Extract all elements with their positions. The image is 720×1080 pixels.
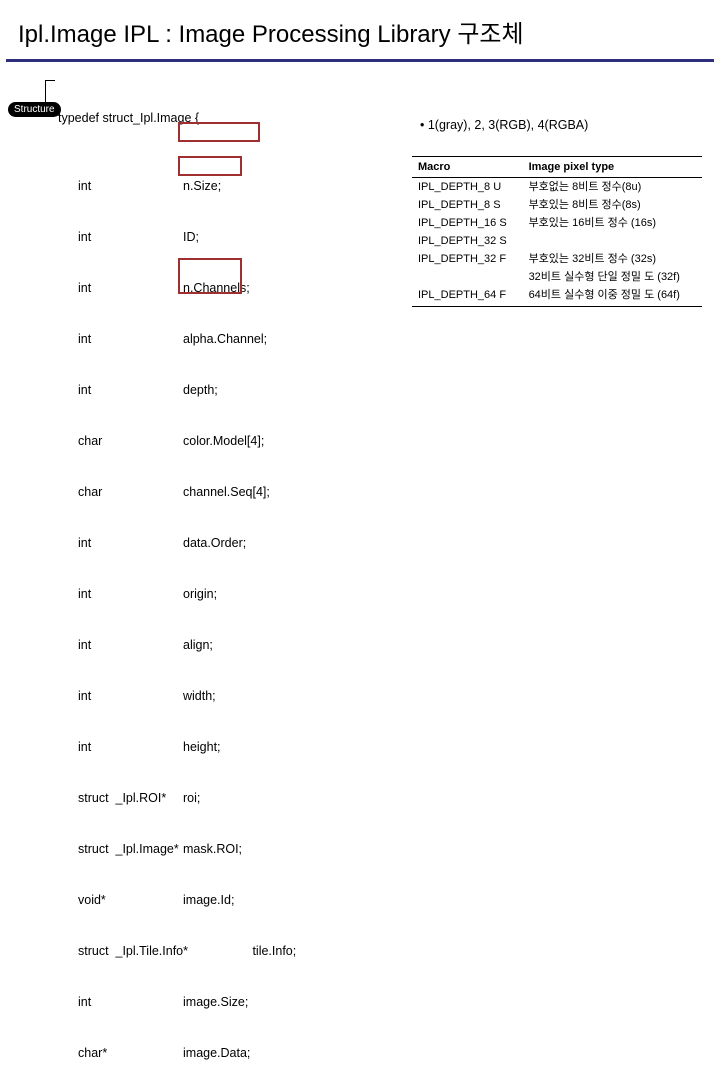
code-name: mask.ROI; <box>183 841 242 858</box>
code-type: int <box>58 688 183 705</box>
code-name: image.Id; <box>183 892 234 909</box>
code-name: image.Data; <box>183 1045 250 1062</box>
table-row: IPL_DEPTH_64 F64비트 실수형 이중 정밀 도 (64f) <box>412 286 702 307</box>
code-typedef: typedef struct_Ipl.Image { <box>58 110 199 127</box>
code-name: channel.Seq[4]; <box>183 484 270 501</box>
code-type: int <box>58 994 183 1011</box>
code-type: int <box>58 739 183 756</box>
macro-table: Macro Image pixel type IPL_DEPTH_8 U부호없는… <box>412 156 702 307</box>
code-name: image.Size; <box>183 994 248 1011</box>
code-type: int <box>58 280 183 297</box>
code-type: int <box>58 586 183 603</box>
desc-cell: 32비트 실수형 단일 정밀 도 (32f) <box>523 268 702 286</box>
code-type: int <box>58 229 183 246</box>
content-area: Structure typedef struct_Ipl.Image { int… <box>0 62 720 82</box>
desc-cell <box>523 232 702 250</box>
desc-cell: 부호있는 32비트 정수 (32s) <box>523 250 702 268</box>
desc-cell: 부호있는 8비트 정수(8s) <box>523 196 702 214</box>
table-row: IPL_DEPTH_32 F부호있는 32비트 정수 (32s) <box>412 250 702 268</box>
code-name: data.Order; <box>183 535 246 552</box>
macro-cell <box>412 268 523 286</box>
macro-cell: IPL_DEPTH_32 F <box>412 250 523 268</box>
code-type: int <box>58 178 183 195</box>
structure-badge: Structure <box>8 102 61 117</box>
code-name: n.Channels; <box>183 280 250 297</box>
code-name: roi; <box>183 790 200 807</box>
desc-cell: 부호있는 16비트 정수 (16s) <box>523 214 702 232</box>
macro-cell: IPL_DEPTH_8 U <box>412 178 523 197</box>
code-type: struct _Ipl.Tile.Info* <box>58 943 183 960</box>
macro-cell: IPL_DEPTH_32 S <box>412 232 523 250</box>
code-name: tile.Info; <box>183 943 296 960</box>
code-type: void* <box>58 892 183 909</box>
code-name: height; <box>183 739 221 756</box>
page-title: Ipl.Image IPL : Image Processing Library… <box>0 0 720 59</box>
table-row: IPL_DEPTH_32 S <box>412 232 702 250</box>
table-row: IPL_DEPTH_16 S부호있는 16비트 정수 (16s) <box>412 214 702 232</box>
code-name: origin; <box>183 586 217 603</box>
code-type: int <box>58 637 183 654</box>
code-name: ID; <box>183 229 199 246</box>
desc-cell: 64비트 실수형 이중 정밀 도 (64f) <box>523 286 702 307</box>
macro-cell: IPL_DEPTH_8 S <box>412 196 523 214</box>
table-row: 32비트 실수형 단일 정밀 도 (32f) <box>412 268 702 286</box>
desc-cell: 부호없는 8비트 정수(8u) <box>523 178 702 197</box>
code-type: int <box>58 535 183 552</box>
code-type: char* <box>58 1045 183 1062</box>
code-type: char <box>58 484 183 501</box>
macro-header-2: Image pixel type <box>523 157 702 178</box>
code-name: width; <box>183 688 216 705</box>
code-name: n.Size; <box>183 178 221 195</box>
macro-cell: IPL_DEPTH_64 F <box>412 286 523 307</box>
code-name: color.Model[4]; <box>183 433 264 450</box>
table-row: IPL_DEPTH_8 U부호없는 8비트 정수(8u) <box>412 178 702 197</box>
code-name: depth; <box>183 382 218 399</box>
macro-header-1: Macro <box>412 157 523 178</box>
table-row: IPL_DEPTH_8 S부호있는 8비트 정수(8s) <box>412 196 702 214</box>
code-type: int <box>58 331 183 348</box>
code-block: typedef struct_Ipl.Image { intn.Size; in… <box>58 76 296 1080</box>
channels-note: • 1(gray), 2, 3(RGB), 4(RGBA) <box>420 118 588 132</box>
code-name: alpha.Channel; <box>183 331 267 348</box>
macro-cell: IPL_DEPTH_16 S <box>412 214 523 232</box>
code-type: struct _Ipl.Image* <box>58 841 183 858</box>
code-type: int <box>58 382 183 399</box>
code-type: char <box>58 433 183 450</box>
code-name: align; <box>183 637 213 654</box>
code-type: struct _Ipl.ROI* <box>58 790 183 807</box>
